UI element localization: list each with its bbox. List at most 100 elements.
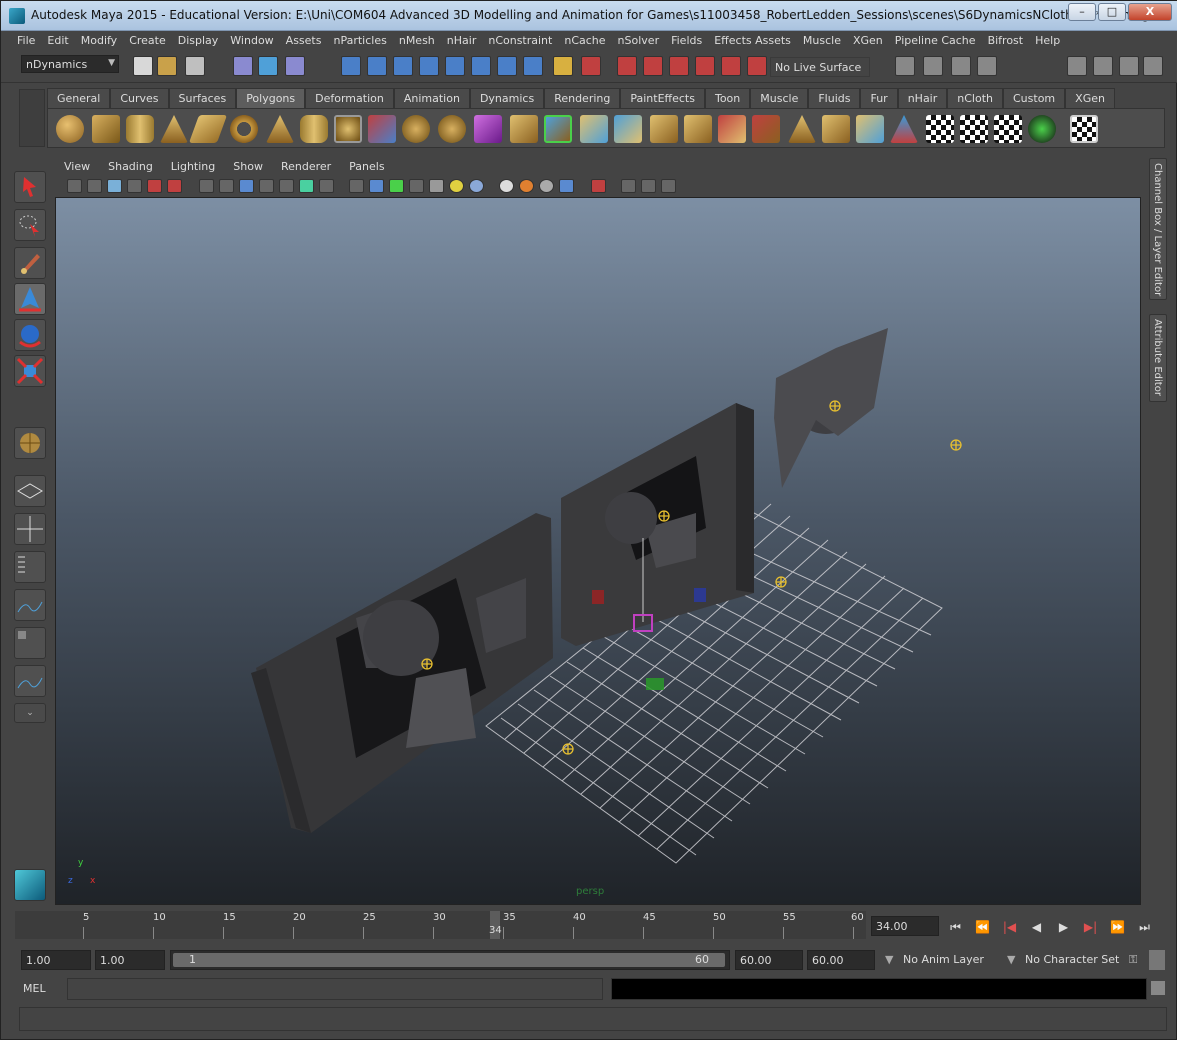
animation-end-field[interactable]: 60.00 — [807, 950, 875, 970]
range-slider[interactable]: 1 60 — [170, 950, 730, 970]
step-forward-frame-button[interactable]: ⏩ — [1107, 917, 1128, 937]
go-to-start-button[interactable]: ⏮ — [945, 917, 966, 937]
lock-icon[interactable] — [553, 56, 573, 76]
shelf-tab-rendering[interactable]: Rendering — [544, 88, 621, 108]
panel-menu-renderer[interactable]: Renderer — [272, 158, 340, 176]
menu-set-select[interactable]: nDynamics ▼ — [21, 55, 119, 73]
smooth-shade-icon[interactable] — [369, 179, 384, 193]
shelf-tab-curves[interactable]: Curves — [110, 88, 169, 108]
range-slider-handle[interactable]: 1 60 — [173, 953, 725, 967]
offset-edge-loop-icon[interactable] — [684, 115, 712, 143]
help-icon[interactable] — [523, 56, 543, 76]
scale-tool-icon[interactable] — [14, 355, 46, 387]
perspective-viewport[interactable]: persp y x z — [55, 197, 1141, 905]
toggle-sidebar-icon[interactable] — [1067, 56, 1087, 76]
image-plane-icon[interactable] — [127, 179, 142, 193]
menu-assets[interactable]: Assets — [280, 31, 328, 51]
command-input[interactable] — [67, 978, 603, 1000]
panel-menu-show[interactable]: Show — [224, 158, 272, 176]
menu-nparticles[interactable]: nParticles — [327, 31, 392, 51]
split-polygon-icon[interactable] — [614, 115, 642, 143]
menu-bifrost[interactable]: Bifrost — [982, 31, 1030, 51]
bevel-icon[interactable] — [718, 115, 746, 143]
make-live-icon[interactable] — [445, 56, 465, 76]
wireframe-on-shaded-icon[interactable] — [389, 179, 404, 193]
grease-pencil-icon[interactable] — [167, 179, 182, 193]
extrude-icon[interactable] — [510, 115, 538, 143]
wireframe-icon[interactable] — [349, 179, 364, 193]
lasso-tool-icon[interactable] — [14, 209, 46, 241]
animation-start-field[interactable]: 1.00 — [21, 950, 91, 970]
field-chart-icon[interactable] — [279, 179, 294, 193]
new-scene-icon[interactable] — [133, 56, 153, 76]
maximize-button[interactable]: □ — [1098, 3, 1126, 21]
gate-mask-icon[interactable] — [259, 179, 274, 193]
snap-to-curve-icon[interactable] — [367, 56, 387, 76]
panel-menu-view[interactable]: View — [55, 158, 99, 176]
key-icon[interactable]: ⚿ — [1125, 950, 1143, 970]
playback-end-field[interactable]: 60.00 — [735, 950, 803, 970]
chevron-down-icon[interactable]: ▼ — [881, 950, 898, 970]
2d-pan-zoom-icon[interactable] — [147, 179, 162, 193]
chevron-down-icon[interactable]: ▼ — [1003, 950, 1020, 970]
viewport-scene[interactable] — [56, 198, 1141, 905]
anim-layer-select[interactable]: No Anim Layer — [899, 950, 999, 970]
character-set-select[interactable]: No Character Set — [1021, 950, 1125, 970]
snap-to-view-plane-icon[interactable] — [419, 56, 439, 76]
time-slider[interactable]: 34 5 10 15 20 25 30 35 40 45 50 55 60 — [15, 911, 866, 939]
playback-start-field[interactable]: 1.00 — [95, 950, 165, 970]
menu-muscle[interactable]: Muscle — [797, 31, 847, 51]
menu-edit[interactable]: Edit — [41, 31, 74, 51]
poly-torus-icon[interactable] — [230, 115, 258, 143]
menu-xgen[interactable]: XGen — [847, 31, 889, 51]
animation-preferences-icon[interactable] — [1149, 950, 1165, 970]
wall-right[interactable] — [561, 403, 754, 646]
magnet-off-icon[interactable] — [747, 56, 767, 76]
shelf-tab-muscle[interactable]: Muscle — [750, 88, 809, 108]
poly-cone-icon[interactable] — [160, 115, 188, 143]
node-editor-icon[interactable] — [977, 56, 997, 76]
wedge-icon[interactable] — [822, 115, 850, 143]
planar-mapping-icon[interactable] — [856, 115, 884, 143]
anti-aliasing-icon[interactable] — [539, 179, 554, 193]
panel-menu-panels[interactable]: Panels — [340, 158, 393, 176]
uv-editor-icon[interactable] — [1028, 115, 1056, 143]
persp-graph-outliner-layout-icon[interactable] — [14, 665, 46, 697]
live-surface-field[interactable]: No Live Surface — [770, 57, 870, 77]
checker-uv-icon[interactable] — [926, 115, 954, 143]
paint-selection-tool-icon[interactable] — [14, 247, 46, 279]
menu-ncache[interactable]: nCache — [558, 31, 611, 51]
render-settings-icon[interactable] — [669, 56, 689, 76]
persp-outliner-layout-icon[interactable] — [14, 551, 46, 583]
use-all-lights-icon[interactable] — [429, 179, 444, 193]
shelf-tab-animation[interactable]: Animation — [393, 88, 470, 108]
snap-to-grid-icon[interactable] — [341, 56, 361, 76]
merge-icon[interactable] — [752, 115, 780, 143]
shelf-tab-deformation[interactable]: Deformation — [305, 88, 394, 108]
snap-to-point-icon[interactable] — [393, 56, 413, 76]
menu-help[interactable]: Help — [1029, 31, 1066, 51]
menu-window[interactable]: Window — [224, 31, 279, 51]
select-tool-icon[interactable] — [14, 171, 46, 203]
poly-cylinder-icon[interactable] — [126, 115, 154, 143]
camera-settings-icon[interactable] — [661, 179, 676, 193]
resolution-gate-icon[interactable] — [239, 179, 254, 193]
shelf-tab-ncloth[interactable]: nCloth — [947, 88, 1003, 108]
play-forwards-button[interactable]: ▶ — [1053, 917, 1074, 937]
unfold-uv-icon[interactable] — [994, 115, 1022, 143]
bridge-icon[interactable] — [544, 115, 572, 143]
layout-uv-icon[interactable] — [960, 115, 988, 143]
insert-edge-loop-icon[interactable] — [650, 115, 678, 143]
select-by-hierarchy-icon[interactable] — [233, 56, 253, 76]
select-by-component-icon[interactable] — [285, 56, 305, 76]
shelf-menu[interactable] — [19, 89, 45, 147]
poly-cube-icon[interactable] — [92, 115, 120, 143]
menu-fields[interactable]: Fields — [665, 31, 708, 51]
poly-plane-icon[interactable] — [188, 115, 228, 143]
shelf-tab-general[interactable]: General — [47, 88, 111, 108]
shelf-tab-nhair[interactable]: nHair — [897, 88, 948, 108]
menu-nhair[interactable]: nHair — [441, 31, 483, 51]
menu-modify[interactable]: Modify — [75, 31, 123, 51]
poly-pyramid-icon[interactable] — [266, 115, 294, 143]
select-by-object-icon[interactable] — [258, 56, 278, 76]
